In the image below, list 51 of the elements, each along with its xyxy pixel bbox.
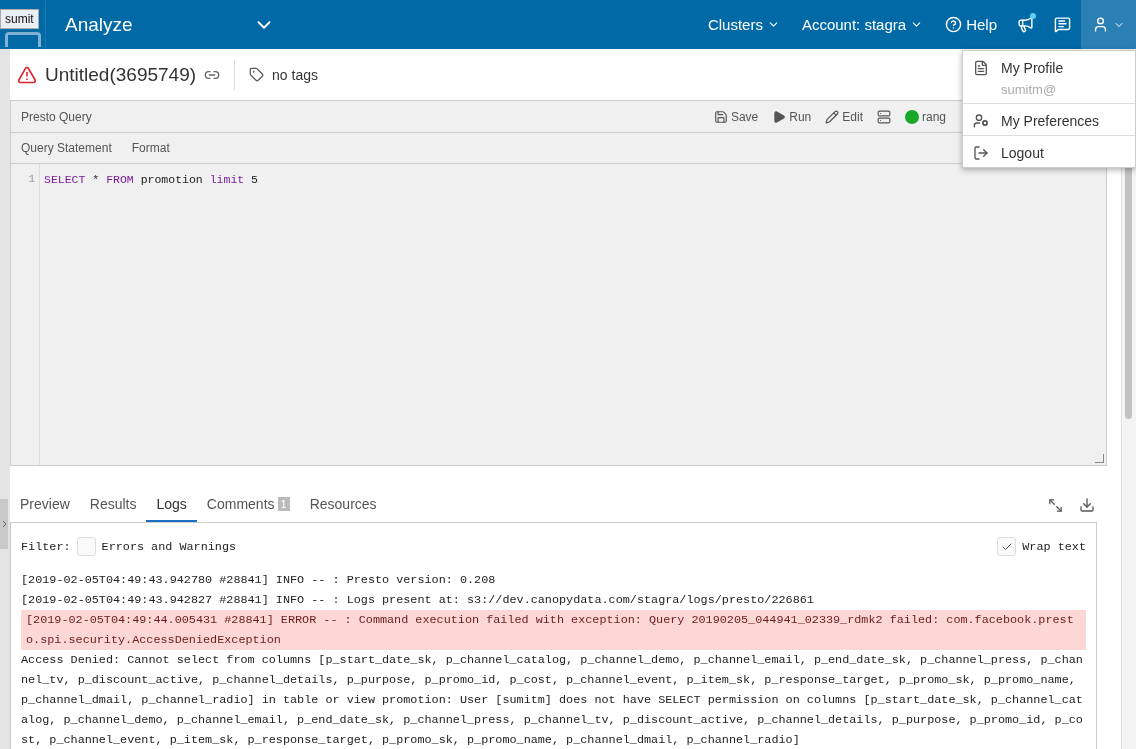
result-tab[interactable]: Logs <box>146 488 197 522</box>
result-tab[interactable]: Preview <box>10 488 80 522</box>
tooltip: sumit <box>0 9 39 29</box>
checkbox-label: Errors and Warnings <box>101 539 237 554</box>
toolbar-button[interactable]: Save <box>713 109 759 124</box>
checkbox[interactable] <box>997 537 1017 556</box>
query-title: Untitled(3695749) <box>45 63 197 86</box>
checkbox-label: Wrap text <box>1022 539 1086 554</box>
log-line: [2019-02-05T04:49:43.942827 #28841] INFO -- : Logs present at: s3://dev.canopydata.com/stagra/logs/presto/226861 <box>21 592 815 609</box>
result-tab[interactable]: Results <box>79 488 147 522</box>
count-badge: 1 <box>277 497 290 511</box>
code-line: SELECT * FROM promotion limit 5 <box>44 173 258 186</box>
menu-item[interactable]: My Preferences <box>963 103 1135 135</box>
logout-icon <box>973 145 989 161</box>
download-icon[interactable] <box>1079 497 1095 513</box>
email-text: sumitm@ <box>1001 82 1058 97</box>
resize-grip-icon[interactable] <box>1095 454 1104 463</box>
help-button[interactable]: Help <box>935 0 1007 49</box>
notification-dot <box>1030 13 1036 19</box>
menu-item[interactable]: My Profile sumitm@ <box>963 51 1135 103</box>
megaphone-icon <box>1017 16 1034 33</box>
tags-label[interactable]: no tags <box>272 66 318 83</box>
line-number: 1 <box>27 173 35 185</box>
toolbar-button[interactable]: Edit <box>825 109 863 124</box>
help-icon <box>945 16 963 33</box>
chat-icon <box>1054 16 1071 33</box>
editor-tab[interactable]: Query Statement <box>21 141 112 155</box>
nav-menu[interactable]: Account: stagra <box>791 0 936 49</box>
editor-tab[interactable]: Format <box>131 141 170 155</box>
filter-label: Filter: <box>21 539 71 554</box>
save-icon <box>713 109 728 124</box>
app-title: Analyze <box>65 13 133 36</box>
result-tab[interactable]: Resources <box>299 488 387 522</box>
user-gear-icon <box>973 113 989 129</box>
nav-menu[interactable]: Clusters <box>697 0 792 49</box>
sidebar-toggle-handle[interactable] <box>0 499 8 549</box>
menu-item[interactable]: Logout <box>963 135 1135 167</box>
play-icon <box>772 109 787 124</box>
result-tab[interactable]: Comments 1 <box>196 488 300 522</box>
user-icon <box>1092 16 1109 33</box>
cluster-selector[interactable]: rang <box>904 109 946 124</box>
query-type-label: Presto Query <box>21 109 92 124</box>
toolbar-button[interactable]: Run <box>772 109 812 124</box>
log-line: Access Denied: Cannot select from columns [p_start_date_sk, p_channel_catalog, p_channel_demo, p_channel_email, p_end_date_sk, p_channel_press, p_channel_tv, p_discount_active, p_channel_details, p_purpose, p_promo_id, p_cost, p_channel_event, p_item_sk, p_response_target, p_promo_sk, p_promo_name, p_channel_dmail, p_channel_radio] in table or view promotion: User [sumitm] does not have SELECT permission on columns [p_start_date_sk, p_channel_catalog, p_channel_demo, p_channel_email, p_end_date_sk, p_channel_press, p_channel_tv, p_discount_active, p_channel_details, p_purpose, p_promo_id, p_cost, p_channel_event, p_item_sk, p_response_target, p_promo_sk, p_promo_name, p_channel_dmail, p_channel_radio] <box>21 652 1084 749</box>
profile-card-icon <box>973 60 989 76</box>
expand-icon[interactable] <box>1048 497 1063 513</box>
log-line: [2019-02-05T04:49:43.942780 #28841] INFO -- : Presto version: 0.208 <box>21 572 497 589</box>
tag-icon <box>249 67 265 82</box>
checkbox[interactable] <box>76 537 96 556</box>
pencil-icon <box>825 109 840 124</box>
server-icon <box>876 109 891 124</box>
